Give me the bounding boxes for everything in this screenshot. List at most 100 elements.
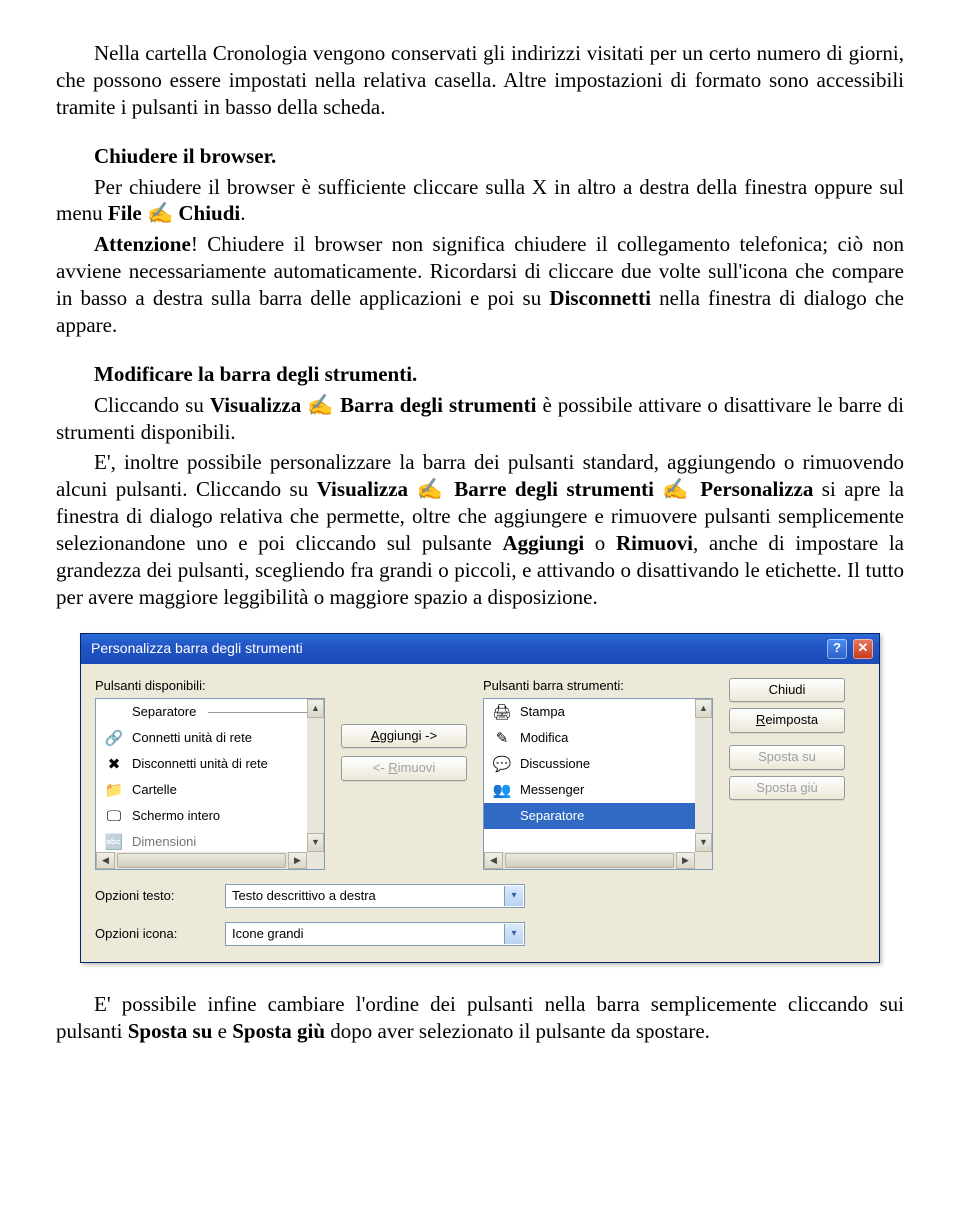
list-item-label: Modifica	[520, 730, 568, 747]
vertical-scrollbar[interactable]: ▲ ▼	[307, 699, 324, 852]
remove-button[interactable]: <- Rimuovi	[341, 756, 467, 781]
folder-icon: 📁	[104, 780, 124, 800]
paragraph: Cliccando su Visualizza ✍ Barra degli st…	[56, 392, 904, 446]
list-item[interactable]: Separatore	[484, 803, 712, 829]
messenger-icon: 👥	[492, 780, 512, 800]
bold-text: Rimuovi	[616, 531, 693, 555]
list-item[interactable]: 📁 Cartelle	[96, 777, 324, 803]
reset-button[interactable]: Reimposta	[729, 708, 845, 733]
para-text: Nella cartella Cronologia vengono conser…	[56, 41, 904, 119]
btn-label: Chiudi	[769, 682, 806, 697]
scroll-thumb[interactable]	[117, 853, 286, 868]
btn-label-rest: eimposta	[765, 712, 818, 727]
vertical-scrollbar[interactable]: ▲ ▼	[695, 699, 712, 852]
bold-text: Visualizza ✍ Barra degli strumenti	[210, 393, 537, 417]
chevron-down-icon[interactable]: ▾	[504, 924, 523, 944]
text-options-select[interactable]: Testo descrittivo a destra ▾	[225, 884, 525, 908]
para-text: e	[212, 1019, 232, 1043]
add-button[interactable]: Aggiungi ->	[341, 724, 467, 749]
available-listbox[interactable]: Separatore 🔗 Connetti unità di rete ✖ Disc…	[95, 698, 325, 870]
dialog-title: Personalizza barra degli strumenti	[91, 640, 303, 658]
customize-toolbar-dialog: Personalizza barra degli strumenti ? ✕ P…	[80, 633, 880, 964]
section-heading: Modificare la barra degli strumenti.	[56, 361, 904, 388]
list-item-label: Stampa	[520, 704, 565, 721]
close-button[interactable]: Chiudi	[729, 678, 845, 703]
titlebar: Personalizza barra degli strumenti ? ✕	[81, 634, 879, 664]
scroll-left-icon[interactable]: ◀	[484, 852, 503, 869]
list-item-label: Separatore	[132, 704, 196, 721]
separator-icon	[492, 806, 512, 826]
list-item[interactable]: 🖨 Stampa	[484, 699, 712, 725]
scroll-down-icon[interactable]: ▼	[695, 833, 712, 852]
available-label: Pulsanti disponibili:	[95, 678, 325, 695]
scroll-up-icon[interactable]: ▲	[695, 699, 712, 718]
select-value: Testo descrittivo a destra	[232, 888, 376, 905]
list-item-label: Dimensioni	[132, 834, 196, 851]
paragraph: E', inoltre possibile personalizzare la …	[56, 449, 904, 610]
separator-line	[208, 712, 318, 713]
horizontal-scrollbar[interactable]: ◀ ▶	[484, 852, 695, 869]
network-connect-icon: 🔗	[104, 728, 124, 748]
scroll-right-icon[interactable]: ▶	[288, 852, 307, 869]
textopt-label: Opzioni testo:	[95, 888, 215, 905]
list-item[interactable]: ✖ Disconnetti unità di rete	[96, 751, 324, 777]
help-button[interactable]: ?	[827, 639, 847, 659]
heading-text: Modificare la barra degli strumenti.	[94, 362, 417, 386]
bold-text: Disconnetti	[549, 286, 651, 310]
btn-label-rest: imuovi	[398, 760, 436, 775]
fullscreen-icon: 🖵	[104, 806, 124, 826]
para-text: o	[584, 531, 616, 555]
list-item[interactable]: 👥 Messenger	[484, 777, 712, 803]
bold-text: Aggiungi	[502, 531, 584, 555]
move-up-button[interactable]: Sposta su	[729, 745, 845, 770]
section-heading: Chiudere il browser.	[56, 143, 904, 170]
scroll-thumb[interactable]	[505, 853, 674, 868]
list-item-label: Cartelle	[132, 782, 177, 799]
scroll-up-icon[interactable]: ▲	[307, 699, 324, 718]
list-item[interactable]: 💬 Discussione	[484, 751, 712, 777]
icon-options-select[interactable]: Icone grandi ▾	[225, 922, 525, 946]
btn-label: Sposta su	[758, 749, 816, 764]
textsize-icon: 🔤	[104, 832, 124, 852]
list-item[interactable]: Separatore	[96, 699, 324, 725]
discussion-icon: 💬	[492, 754, 512, 774]
paragraph: Per chiudere il browser è sufficiente cl…	[56, 174, 904, 228]
current-listbox[interactable]: 🖨 Stampa ✎ Modifica 💬 Discussione 👥 Messenge…	[483, 698, 713, 870]
list-item-label: Discussione	[520, 756, 590, 773]
btn-label: Sposta giù	[756, 780, 817, 795]
paragraph: Attenzione! Chiudere il browser non sign…	[56, 231, 904, 339]
iconopt-label: Opzioni icona:	[95, 926, 215, 943]
para-text: dopo aver selezionato il pulsante da spo…	[325, 1019, 710, 1043]
select-value: Icone grandi	[232, 926, 304, 943]
list-item-label: Messenger	[520, 782, 584, 799]
paragraph: Nella cartella Cronologia vengono conser…	[56, 40, 904, 121]
edit-icon: ✎	[492, 728, 512, 748]
list-item[interactable]: ✎ Modifica	[484, 725, 712, 751]
paragraph: E' possibile infine cambiare l'ordine de…	[56, 991, 904, 1045]
separator-icon	[104, 702, 124, 722]
list-item-label: Disconnetti unità di rete	[132, 756, 268, 773]
list-item-label: Connetti unità di rete	[132, 730, 252, 747]
bold-text: Sposta su	[128, 1019, 213, 1043]
chevron-down-icon[interactable]: ▾	[504, 886, 523, 906]
list-item-label: Separatore	[520, 808, 584, 825]
move-down-button[interactable]: Sposta giù	[729, 776, 845, 801]
bold-text: Sposta giù	[232, 1019, 325, 1043]
bold-text: Visualizza ✍ Barre degli strumenti ✍ Per…	[317, 477, 814, 501]
scroll-down-icon[interactable]: ▼	[307, 833, 324, 852]
horizontal-scrollbar[interactable]: ◀ ▶	[96, 852, 307, 869]
scroll-left-icon[interactable]: ◀	[96, 852, 115, 869]
heading-text: Chiudere il browser.	[94, 144, 276, 168]
scroll-right-icon[interactable]: ▶	[676, 852, 695, 869]
close-icon[interactable]: ✕	[853, 639, 873, 659]
btn-label-prefix: <-	[373, 760, 389, 775]
network-disconnect-icon: ✖	[104, 754, 124, 774]
print-icon: 🖨	[492, 702, 512, 722]
list-item[interactable]: 🖵 Schermo intero	[96, 803, 324, 829]
list-item-label: Schermo intero	[132, 808, 220, 825]
bold-text: File ✍ Chiudi	[108, 201, 240, 225]
para-text: Cliccando su	[94, 393, 210, 417]
current-label: Pulsanti barra strumenti:	[483, 678, 713, 695]
list-item[interactable]: 🔗 Connetti unità di rete	[96, 725, 324, 751]
bold-text: Attenzione	[94, 232, 191, 256]
